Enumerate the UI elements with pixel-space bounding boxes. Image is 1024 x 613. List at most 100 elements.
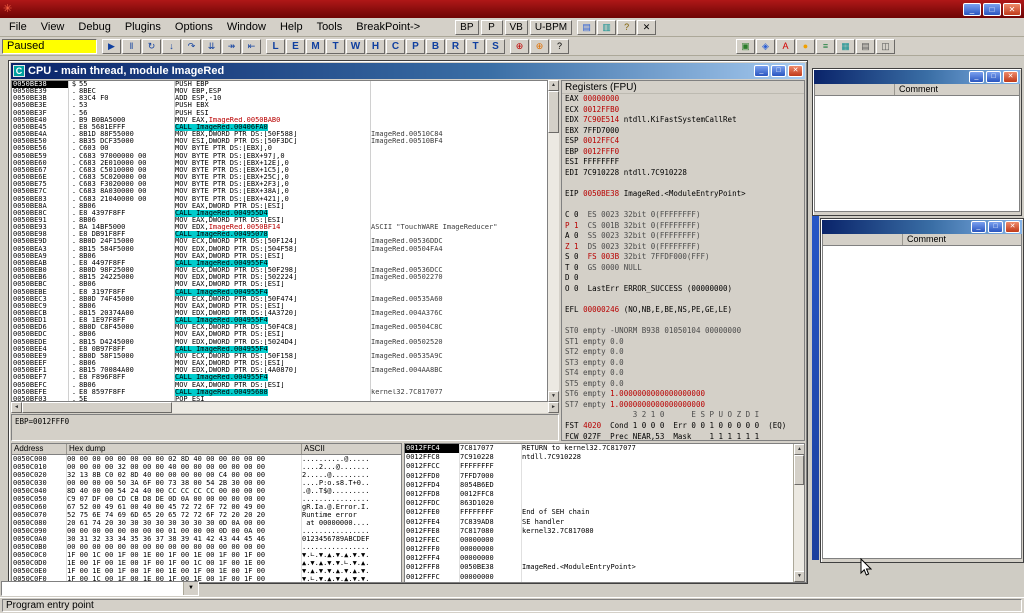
bp-list-icon[interactable]: ▤: [577, 20, 596, 35]
dump-row[interactable]: 0050C050C9 07 DF 00 CD CB D8 DE 0D 0A 00…: [12, 495, 401, 503]
register-line[interactable]: D 0: [562, 273, 804, 284]
window-l-button[interactable]: L: [266, 39, 285, 54]
register-line[interactable]: ESI FFFFFFFF: [562, 157, 804, 168]
panel-icon[interactable]: ▤: [856, 39, 875, 54]
till-return-button[interactable]: ⇤: [242, 39, 261, 54]
combo-dropdown-button[interactable]: ▼: [183, 582, 198, 595]
disasm-row[interactable]: 0050BE6E.C683 5C020000 00MOV BYTE PTR DS…: [12, 174, 547, 181]
disasm-row[interactable]: 0050BEEF.8B06MOV EAX,DWORD PTR DS:[ESI]: [12, 360, 547, 367]
bp-button[interactable]: BP: [455, 20, 478, 35]
register-line[interactable]: EFL 00000246 (NO,NB,E,BE,NS,PE,GE,LE): [562, 305, 804, 316]
side2-comment-header[interactable]: Comment: [903, 234, 946, 245]
side1-close-button[interactable]: ✕: [1003, 71, 1018, 83]
pause-button[interactable]: ‖: [122, 39, 141, 54]
run-button[interactable]: ▶: [102, 39, 121, 54]
side1-minimize-button[interactable]: _: [969, 71, 984, 83]
register-line[interactable]: EBX 7FFD7000: [562, 126, 804, 137]
disasm-row[interactable]: 0050BEE9.8B0D 58F15000MOV ECX,DWORD PTR …: [12, 353, 547, 360]
register-line[interactable]: ST0 empty -UNORM B938 01050104 00000000: [562, 326, 804, 337]
step-over-button[interactable]: ↷: [182, 39, 201, 54]
bp-help-icon[interactable]: ?: [617, 20, 636, 35]
stack-row[interactable]: 0012FFF400000000: [405, 554, 793, 563]
disasm-row[interactable]: 0050BE4A.8B1D 88F55000MOV EBX,DWORD PTR …: [12, 131, 547, 138]
stack-row[interactable]: 0012FFF80050BE38ImageRed.<ModuleEntryPoi…: [405, 563, 793, 572]
stack-row[interactable]: 0012FFF000000000: [405, 545, 793, 554]
dump-row[interactable]: 0050C07052 75 6E 74 69 6D 65 20 65 72 72…: [12, 511, 401, 519]
disasm-row[interactable]: 0050BEB0.8B0D 98F25000MOV ECX,DWORD PTR …: [12, 267, 547, 274]
window-t-button[interactable]: T: [326, 39, 345, 54]
window-h-button[interactable]: H: [366, 39, 385, 54]
register-line[interactable]: [562, 178, 804, 189]
menu-breakpoint[interactable]: BreakPoint->: [349, 19, 427, 35]
register-line[interactable]: ST7 empty 1.0000000000000000000: [562, 400, 804, 411]
side2-maximize-button[interactable]: □: [988, 221, 1003, 233]
register-line[interactable]: Z 1 DS 0023 32bit 0(FFFFFFFF): [562, 242, 804, 253]
disasm-row[interactable]: 0050BEDC.8B06MOV EAX,DWORD PTR DS:[ESI]: [12, 331, 547, 338]
disasm-vscrollbar[interactable]: ▲ ▼: [548, 80, 559, 402]
tool-blue-icon[interactable]: ◈: [756, 39, 775, 54]
stack-scroll-thumb[interactable]: [794, 455, 804, 485]
side-window-2-titlebar[interactable]: _ □ ✕: [822, 220, 1022, 234]
help-button[interactable]: ?: [550, 39, 569, 54]
menu-plugins[interactable]: Plugins: [118, 19, 168, 35]
register-line[interactable]: FCW 027F Prec NEAR,53 Mask 1 1 1 1 1 1: [562, 432, 804, 442]
disasm-row[interactable]: 0050BE3B.83C4 F0ADD ESP,-10: [12, 95, 547, 102]
stack-row[interactable]: 0012FFDC863D1020: [405, 499, 793, 508]
list-icon[interactable]: ≡: [816, 39, 835, 54]
patches-button[interactable]: ⊕: [510, 39, 529, 54]
tool-green-icon[interactable]: ▣: [736, 39, 755, 54]
stack-row[interactable]: 0012FFC87C910228ntdll.7C910228: [405, 453, 793, 462]
disasm-row[interactable]: 0050BEF1.8B15 70084A00MOV EDX,DWORD PTR …: [12, 367, 547, 374]
disasm-row[interactable]: 0050BE39.8BECMOV EBP,ESP: [12, 88, 547, 95]
register-line[interactable]: O 0 LastErr ERROR_SUCCESS (00000000): [562, 284, 804, 295]
disasm-row[interactable]: 0050BEBC.8B06MOV EAX,DWORD PTR DS:[ESI]: [12, 281, 547, 288]
register-line[interactable]: [562, 294, 804, 305]
disasm-row[interactable]: 0050BEDE.8B15 D4245000MOV EDX,DWORD PTR …: [12, 339, 547, 346]
dump-row[interactable]: 0050C0C01F 00 1C 00 1F 00 1E 00 1F 00 1E…: [12, 551, 401, 559]
disasm-row[interactable]: 0050BEC9.8B06MOV EAX,DWORD PTR DS:[ESI]: [12, 303, 547, 310]
register-line[interactable]: [562, 315, 804, 326]
breakpoints-button[interactable]: ⊕: [530, 39, 549, 54]
cpu-maximize-button[interactable]: □: [771, 65, 786, 77]
scroll-left-icon[interactable]: ◄: [11, 402, 22, 413]
disasm-row[interactable]: 0050BE8A.8B06MOV EAX,DWORD PTR DS:[ESI]: [12, 203, 547, 210]
window-c-button[interactable]: C: [386, 39, 405, 54]
disasm-row[interactable]: 0050BECB.8B15 20374A00MOV EDX,DWORD PTR …: [12, 310, 547, 317]
dump-row[interactable]: 0050C01000 00 00 00 32 00 00 00 40 00 00…: [12, 463, 401, 471]
disasm-row[interactable]: 0050BE40.B9 B0BA5000MOV EAX,ImageRed.005…: [12, 117, 547, 124]
register-line[interactable]: ST4 empty 0.0: [562, 368, 804, 379]
bp-toolbar-close-icon[interactable]: ✕: [637, 20, 656, 35]
bp-mem-icon[interactable]: ▥: [597, 20, 616, 35]
disasm-scroll-thumb[interactable]: [548, 91, 559, 133]
menu-tools[interactable]: Tools: [310, 19, 350, 35]
disasm-row[interactable]: 0050BE93.BA 14BF5000MOV EDX,ImageRed.005…: [12, 224, 547, 231]
maximize-button[interactable]: □: [983, 3, 1001, 16]
disasm-row[interactable]: 0050BE3F.56PUSH ESI: [12, 110, 547, 117]
window-p-button[interactable]: P: [406, 39, 425, 54]
register-line[interactable]: P 1 CS 001B 32bit 0(FFFFFFFF): [562, 221, 804, 232]
register-line[interactable]: ESP 0012FFC4: [562, 136, 804, 147]
register-line[interactable]: C 0 ES 0023 32bit 0(FFFFFFFF): [562, 210, 804, 221]
register-line[interactable]: EBP 0012FFF0: [562, 147, 804, 158]
disasm-row[interactable]: 0050BEF7.E8 F896F8FFCALL ImageRed.004955…: [12, 374, 547, 381]
vb-button[interactable]: VB: [505, 20, 528, 35]
stack-row[interactable]: 0012FFC47C817077RETURN to kernel32.7C817…: [405, 444, 793, 453]
register-line[interactable]: 3 2 1 0 E S P U O Z D I: [562, 410, 804, 421]
register-line[interactable]: S 0 FS 003B 32bit 7FFDF000(FFF): [562, 252, 804, 263]
hscroll-thumb[interactable]: [22, 402, 172, 413]
stack-row[interactable]: 0012FFD07FFD7000: [405, 472, 793, 481]
dump-pane[interactable]: Address Hex dump ASCII 0050C00000 00 00 …: [11, 443, 402, 583]
window-w-button[interactable]: W: [346, 39, 365, 54]
scroll-down-icon[interactable]: ▼: [794, 571, 805, 582]
window-e-button[interactable]: E: [286, 39, 305, 54]
register-line[interactable]: EDX 7C90E514 ntdll.KiFastSystemCallRet: [562, 115, 804, 126]
title-bar[interactable]: ✳ _ □ ✕: [0, 0, 1024, 18]
command-combobox[interactable]: ▼: [1, 581, 199, 596]
restart-button[interactable]: ↻: [142, 39, 161, 54]
disasm-row[interactable]: 0050BEBE.E8 3197F8FFCALL ImageRed.004955…: [12, 289, 547, 296]
dump-row[interactable]: 0050C08020 61 74 20 30 30 30 30 30 30 30…: [12, 519, 401, 527]
stack-row[interactable]: 0012FFCCFFFFFFFF: [405, 462, 793, 471]
scroll-up-icon[interactable]: ▲: [548, 80, 559, 91]
disasm-row[interactable]: 0050BE67.C683 C5010000 00MOV BYTE PTR DS…: [12, 167, 547, 174]
dump-row[interactable]: 0050C00000 00 00 00 00 00 00 00 02 8D 40…: [12, 455, 401, 463]
